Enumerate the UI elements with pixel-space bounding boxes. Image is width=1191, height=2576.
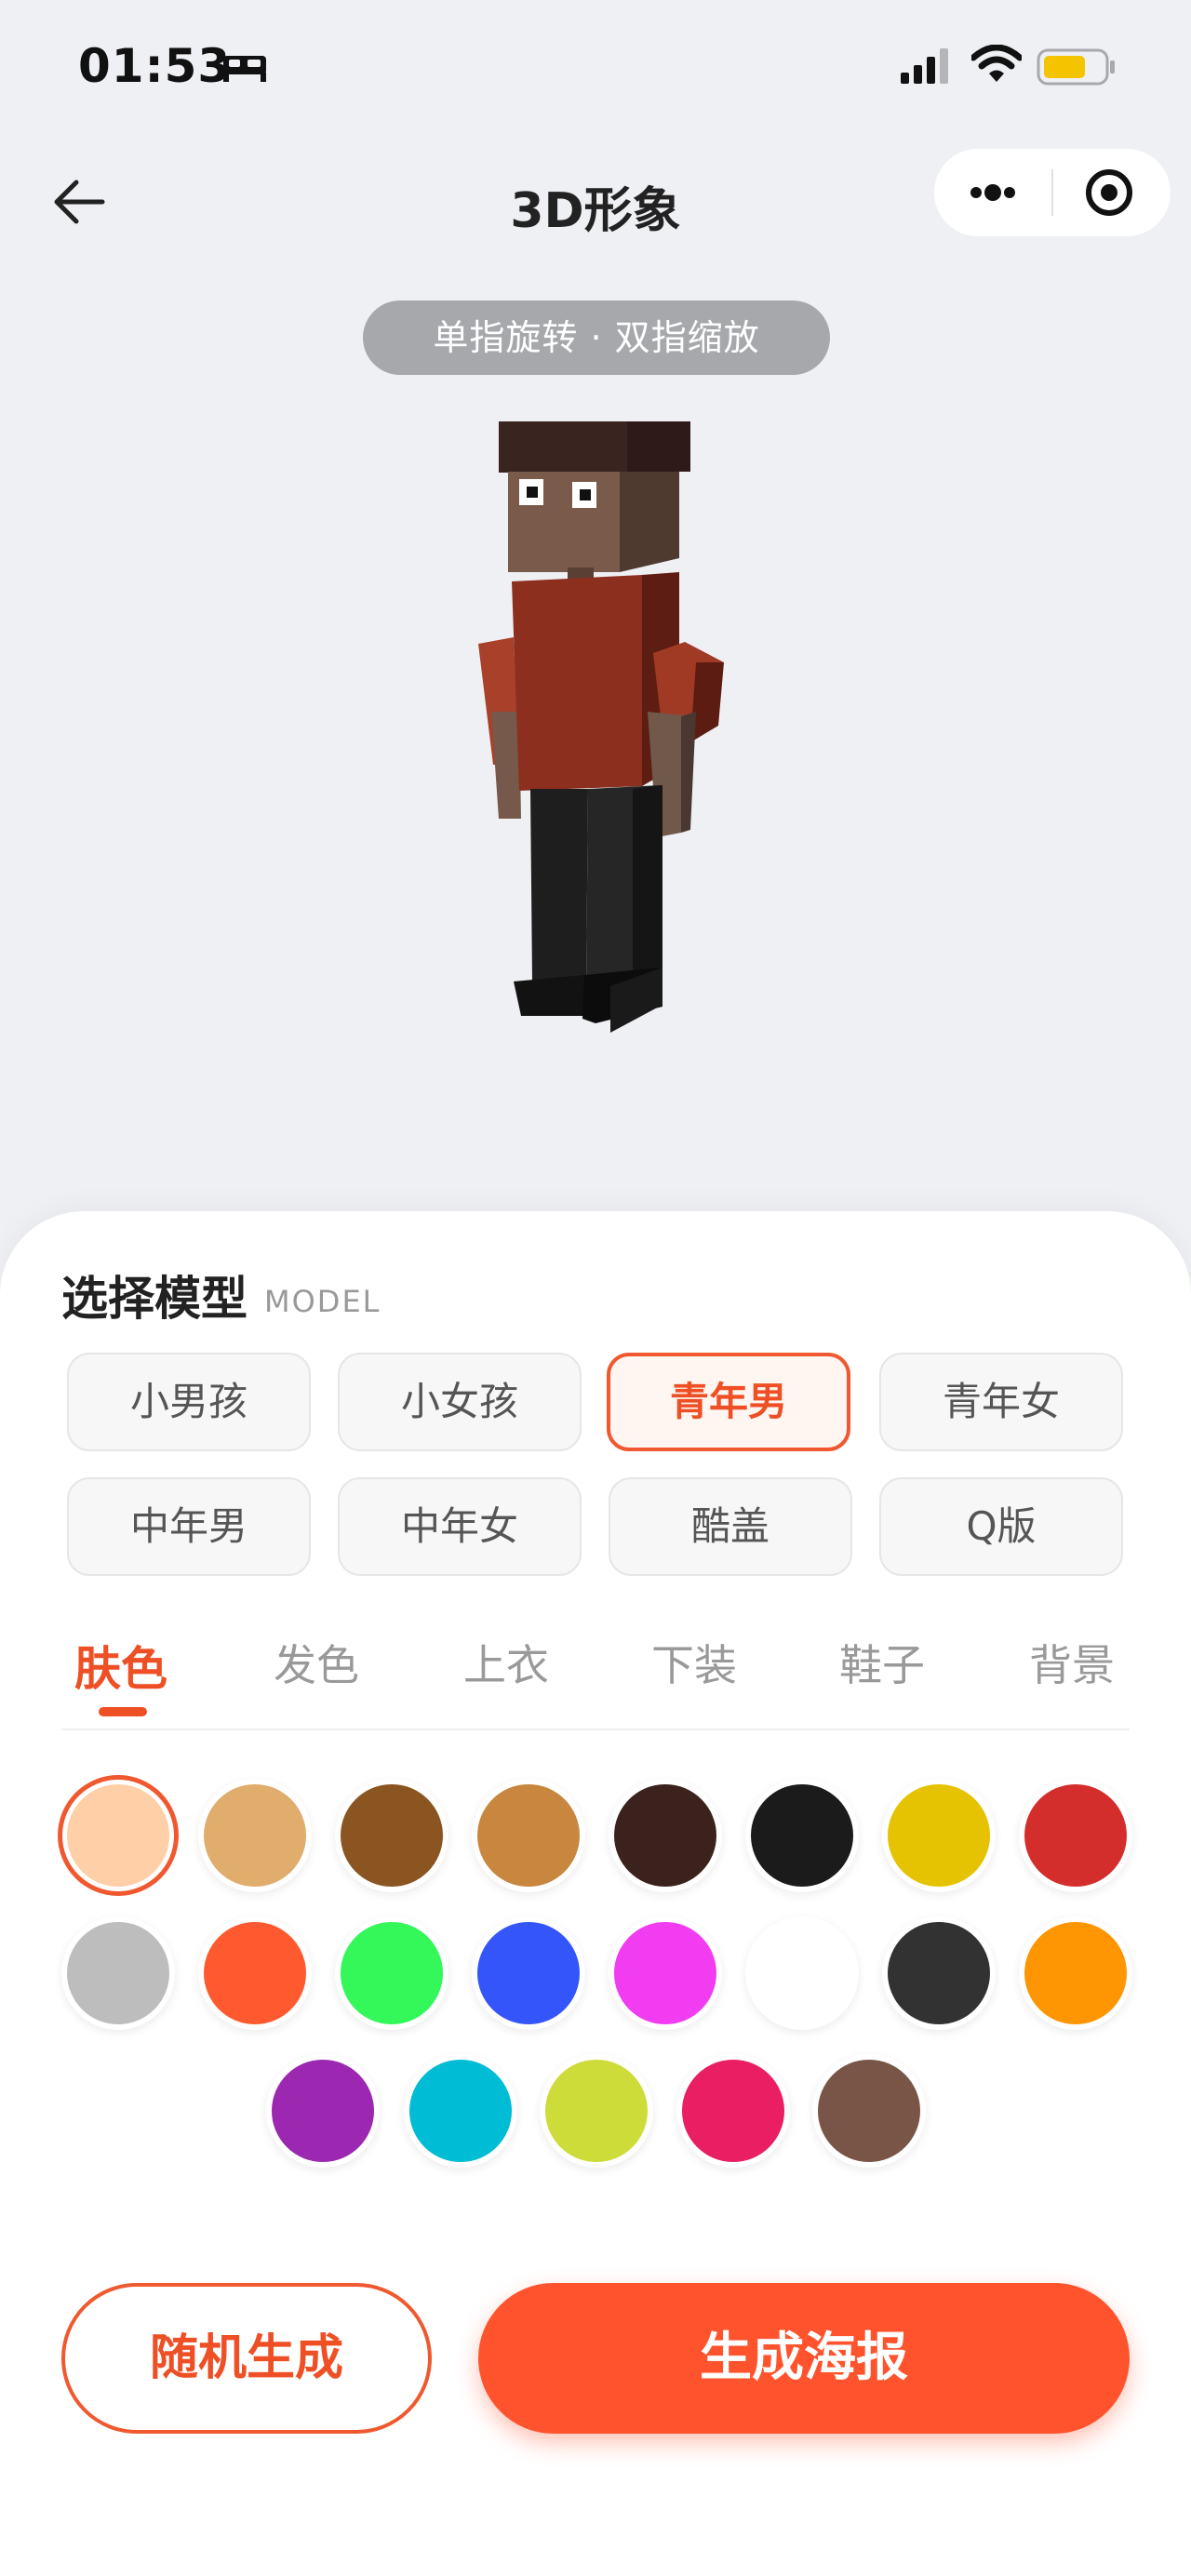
tab-active-indicator	[99, 1707, 147, 1716]
random-generate-button[interactable]: 随机生成	[61, 2283, 432, 2434]
model-section-title: 选择模型	[61, 1272, 248, 1326]
color-swatch[interactable]	[477, 1922, 580, 2024]
tab-top[interactable]: 上衣	[463, 1632, 549, 1693]
color-swatch[interactable]	[204, 1784, 306, 1887]
model-option-cool-guy[interactable]: 酷盖	[609, 1477, 852, 1576]
color-swatch[interactable]	[682, 2060, 784, 2162]
bed-icon	[223, 56, 266, 82]
color-swatch[interactable]	[67, 1922, 169, 2024]
tab-divider	[61, 1728, 1130, 1730]
color-swatch[interactable]	[1024, 1784, 1127, 1887]
model-option-q-style[interactable]: Q版	[879, 1477, 1123, 1576]
avatar-pants	[530, 789, 588, 981]
color-swatch[interactable]	[204, 1922, 306, 2024]
status-bar: 01:53	[0, 0, 1191, 140]
tab-bottom[interactable]: 下装	[651, 1632, 737, 1693]
nav-bar: 3D形象	[0, 140, 1191, 260]
color-swatch[interactable]	[888, 1784, 990, 1887]
target-icon[interactable]	[1053, 149, 1171, 236]
color-swatch[interactable]	[477, 1784, 580, 1887]
tab-hair-color[interactable]: 发色	[274, 1632, 359, 1693]
tab-shoes[interactable]: 鞋子	[839, 1632, 925, 1693]
color-swatch[interactable]	[341, 1922, 443, 2024]
signal-icon	[901, 48, 948, 84]
battery-icon	[1037, 48, 1115, 86]
model-section-subtitle: MODEL	[264, 1284, 381, 1319]
color-swatch[interactable]	[1024, 1922, 1127, 2024]
wifi-icon	[971, 45, 1022, 82]
color-swatch[interactable]	[751, 1784, 853, 1887]
color-swatch[interactable]	[614, 1922, 716, 2024]
generate-poster-button[interactable]: 生成海报	[478, 2283, 1130, 2434]
model-option-little-boy[interactable]: 小男孩	[67, 1353, 311, 1451]
avatar-figure	[478, 421, 724, 1033]
model-option-little-girl[interactable]: 小女孩	[338, 1353, 582, 1451]
status-time: 01:53	[78, 39, 232, 93]
color-swatch[interactable]	[751, 1922, 853, 2024]
model-option-middle-aged-man[interactable]: 中年男	[67, 1477, 311, 1576]
color-swatch[interactable]	[67, 1784, 169, 1887]
color-swatch[interactable]	[272, 2060, 374, 2162]
customize-panel: 选择模型 MODEL 小男孩 小女孩 青年男 青年女 中年男 中年女 酷盖 Q版…	[0, 1211, 1191, 2576]
more-dots-icon[interactable]	[934, 149, 1051, 236]
mini-program-capsule	[934, 149, 1171, 236]
avatar-3d-viewport[interactable]	[0, 381, 1191, 1200]
color-swatch[interactable]	[888, 1922, 990, 2024]
color-swatch[interactable]	[341, 1784, 443, 1887]
color-swatch[interactable]	[409, 2060, 512, 2162]
model-option-young-man[interactable]: 青年男	[607, 1353, 850, 1451]
model-option-middle-aged-woman[interactable]: 中年女	[338, 1477, 582, 1576]
color-swatch[interactable]	[545, 2060, 648, 2162]
tab-background[interactable]: 背景	[1029, 1632, 1115, 1693]
avatar-shoes	[514, 975, 584, 1016]
color-swatch[interactable]	[614, 1784, 716, 1887]
gesture-hint: 单指旋转 · 双指缩放	[363, 300, 830, 375]
tab-skin-color[interactable]: 肤色	[74, 1632, 167, 1699]
avatar-shirt	[512, 575, 642, 791]
model-option-young-woman[interactable]: 青年女	[879, 1353, 1123, 1451]
color-swatch[interactable]	[818, 2060, 920, 2162]
